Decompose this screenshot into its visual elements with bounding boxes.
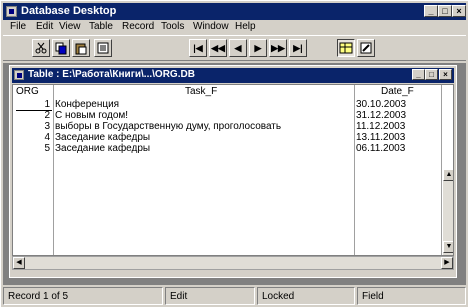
menu-edit[interactable]: Edit <box>36 21 53 32</box>
table-window: Table : E:\Работа\Книги\...\ORG.DB _ □ ×… <box>9 65 457 278</box>
print-icon <box>97 42 109 54</box>
mdi-workspace: Table : E:\Работа\Книги\...\ORG.DB _ □ ×… <box>3 63 466 285</box>
menu-table[interactable]: Table <box>89 21 113 32</box>
print-button[interactable] <box>94 39 112 57</box>
cut-button[interactable] <box>32 39 50 57</box>
prev-set-button[interactable]: ◀◀ <box>209 39 227 57</box>
cell-task[interactable]: выборы в Государственную думу, проголосо… <box>55 121 351 132</box>
scroll-up-arrow[interactable]: ▲ <box>443 169 453 181</box>
scroll-left-arrow[interactable]: ◀ <box>13 257 25 269</box>
cell-date[interactable]: 13.11.2003 <box>356 132 440 143</box>
data-grid[interactable]: ORG Task_F Date_F 1 Конференция 30.10.20… <box>12 84 454 256</box>
edit-data-button[interactable] <box>357 39 375 57</box>
table-minimize-button[interactable]: _ <box>412 69 425 80</box>
maximize-button[interactable]: □ <box>438 5 452 17</box>
cell-date[interactable]: 11.12.2003 <box>356 121 440 132</box>
cell-date[interactable]: 06.11.2003 <box>356 143 440 154</box>
scroll-down-arrow[interactable]: ▼ <box>443 241 453 253</box>
toolbar: |◀ ◀◀ ◀ ▶ ▶▶ ▶| <box>3 35 466 61</box>
horizontal-scrollbar[interactable]: ◀ ▶ <box>12 256 454 270</box>
app-icon[interactable] <box>6 6 17 17</box>
menu-tools[interactable]: Tools <box>161 21 184 32</box>
database-desktop-window: Database Desktop _ □ × File Edit View Ta… <box>0 0 469 308</box>
cell-task[interactable]: Заседание кафедры <box>55 132 351 143</box>
menu-record[interactable]: Record <box>122 21 154 32</box>
edit-data-icon <box>360 42 372 54</box>
cell-org[interactable]: 5 <box>16 143 50 154</box>
paste-button[interactable] <box>72 39 90 57</box>
app-title: Database Desktop <box>21 5 117 17</box>
cell-task[interactable]: Конференция <box>55 99 351 110</box>
status-lock: Locked <box>257 287 355 305</box>
cell-org[interactable]: 3 <box>16 121 50 132</box>
menu-view[interactable]: View <box>59 21 81 32</box>
paste-icon <box>75 43 87 55</box>
column-divider[interactable] <box>53 85 54 255</box>
next-record-button[interactable]: ▶ <box>249 39 267 57</box>
status-mode: Edit <box>165 287 255 305</box>
table-title: Table : E:\Работа\Книги\...\ORG.DB <box>28 69 195 80</box>
column-header-task[interactable]: Task_F <box>185 86 217 97</box>
column-divider[interactable] <box>354 85 355 255</box>
menu-file[interactable]: File <box>10 21 26 32</box>
menu-window[interactable]: Window <box>193 21 229 32</box>
status-field: Field <box>357 287 466 305</box>
menu-help[interactable]: Help <box>235 21 256 32</box>
app-titlebar[interactable]: Database Desktop _ □ × <box>3 3 466 20</box>
copy-button[interactable] <box>52 39 70 57</box>
cell-date[interactable]: 31.12.2003 <box>356 110 440 121</box>
menubar: File Edit View Table Record Tools Window… <box>3 20 466 35</box>
copy-icon <box>55 42 67 55</box>
table-titlebar[interactable]: Table : E:\Работа\Книги\...\ORG.DB _ □ × <box>12 68 454 83</box>
close-button[interactable]: × <box>452 5 466 17</box>
column-header-date[interactable]: Date_F <box>381 86 414 97</box>
next-set-button[interactable]: ▶▶ <box>269 39 287 57</box>
table-maximize-button[interactable]: □ <box>425 69 438 80</box>
scissors-icon <box>35 42 47 54</box>
status-bar: Record 1 of 5 Edit Locked Field <box>3 287 466 305</box>
cell-org[interactable]: 4 <box>16 132 50 143</box>
field-view-button[interactable] <box>337 39 355 57</box>
field-view-icon <box>339 42 353 54</box>
first-record-button[interactable]: |◀ <box>189 39 207 57</box>
cell-org[interactable]: 1 <box>16 99 50 110</box>
column-header-org[interactable]: ORG <box>16 86 39 97</box>
minimize-button[interactable]: _ <box>424 5 438 17</box>
last-record-button[interactable]: ▶| <box>289 39 307 57</box>
cell-task[interactable]: С новым годом! <box>55 110 351 121</box>
column-divider[interactable] <box>441 85 442 255</box>
vertical-scrollbar[interactable]: ▲ ▼ <box>443 169 453 255</box>
cell-date[interactable]: 30.10.2003 <box>356 99 440 110</box>
table-icon[interactable] <box>14 70 24 80</box>
scroll-right-arrow[interactable]: ▶ <box>441 257 453 269</box>
cell-task[interactable]: Заседание кафедры <box>55 143 351 154</box>
status-record: Record 1 of 5 <box>3 287 163 305</box>
cell-org[interactable]: 2 <box>16 110 50 121</box>
prev-record-button[interactable]: ◀ <box>229 39 247 57</box>
table-close-button[interactable]: × <box>439 69 452 80</box>
